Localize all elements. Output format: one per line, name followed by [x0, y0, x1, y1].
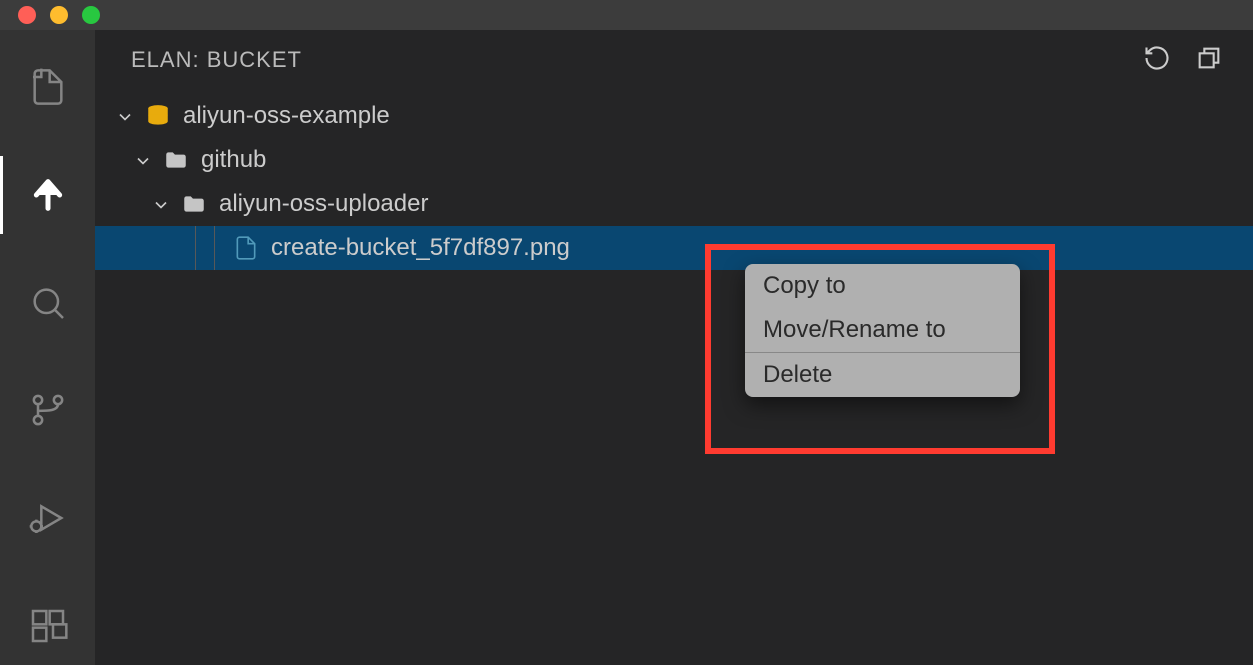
- collapse-all-button[interactable]: [1195, 44, 1223, 77]
- chevron-down-icon: [133, 150, 153, 170]
- debug-icon: [28, 498, 68, 538]
- files-icon: [28, 67, 68, 107]
- maximize-window-button[interactable]: [82, 6, 100, 24]
- tree-bucket-label: aliyun-oss-example: [183, 102, 390, 130]
- context-delete[interactable]: Delete: [745, 353, 1020, 397]
- extensions-tab[interactable]: [0, 587, 95, 665]
- search-tab[interactable]: [0, 264, 95, 342]
- context-move-rename[interactable]: Move/Rename to: [745, 308, 1020, 352]
- close-window-button[interactable]: [18, 6, 36, 24]
- tree-folder-label: github: [201, 146, 266, 174]
- upload-tab[interactable]: [0, 156, 95, 234]
- titlebar: [0, 0, 1253, 30]
- chevron-down-icon: [115, 106, 135, 126]
- indent-guide: [214, 226, 215, 270]
- minimize-window-button[interactable]: [50, 6, 68, 24]
- source-control-tab[interactable]: [0, 371, 95, 449]
- git-branch-icon: [28, 390, 68, 430]
- sidebar: ELAN: BUCKET aliyun-oss-example github: [95, 30, 1253, 665]
- tree-file-row[interactable]: create-bucket_5f7df897.png: [95, 226, 1253, 270]
- tree-view: aliyun-oss-example github aliyun-oss-upl…: [95, 90, 1253, 270]
- sidebar-title: ELAN: BUCKET: [131, 47, 302, 73]
- tree-folder-uploader-row[interactable]: aliyun-oss-uploader: [95, 182, 1253, 226]
- folder-icon: [163, 147, 189, 173]
- chevron-down-icon: [151, 194, 171, 214]
- database-icon: [145, 103, 171, 129]
- tree-folder-label: aliyun-oss-uploader: [219, 190, 428, 218]
- context-copy-to[interactable]: Copy to: [745, 264, 1020, 308]
- context-menu: Copy to Move/Rename to Delete: [745, 264, 1020, 397]
- run-debug-tab[interactable]: [0, 479, 95, 557]
- search-icon: [28, 283, 68, 323]
- explorer-tab[interactable]: [0, 48, 95, 126]
- refresh-button[interactable]: [1143, 44, 1171, 77]
- tree-folder-github-row[interactable]: github: [95, 138, 1253, 182]
- folder-icon: [181, 191, 207, 217]
- tree-file-label: create-bucket_5f7df897.png: [271, 234, 570, 262]
- refresh-icon: [1143, 44, 1171, 72]
- activity-bar: [0, 30, 95, 665]
- file-icon: [233, 235, 259, 261]
- arrow-up-icon: [28, 175, 68, 215]
- tree-bucket-row[interactable]: aliyun-oss-example: [95, 94, 1253, 138]
- indent-guide: [195, 226, 196, 270]
- collapse-icon: [1195, 44, 1223, 72]
- extensions-icon: [28, 606, 68, 646]
- sidebar-header: ELAN: BUCKET: [95, 30, 1253, 90]
